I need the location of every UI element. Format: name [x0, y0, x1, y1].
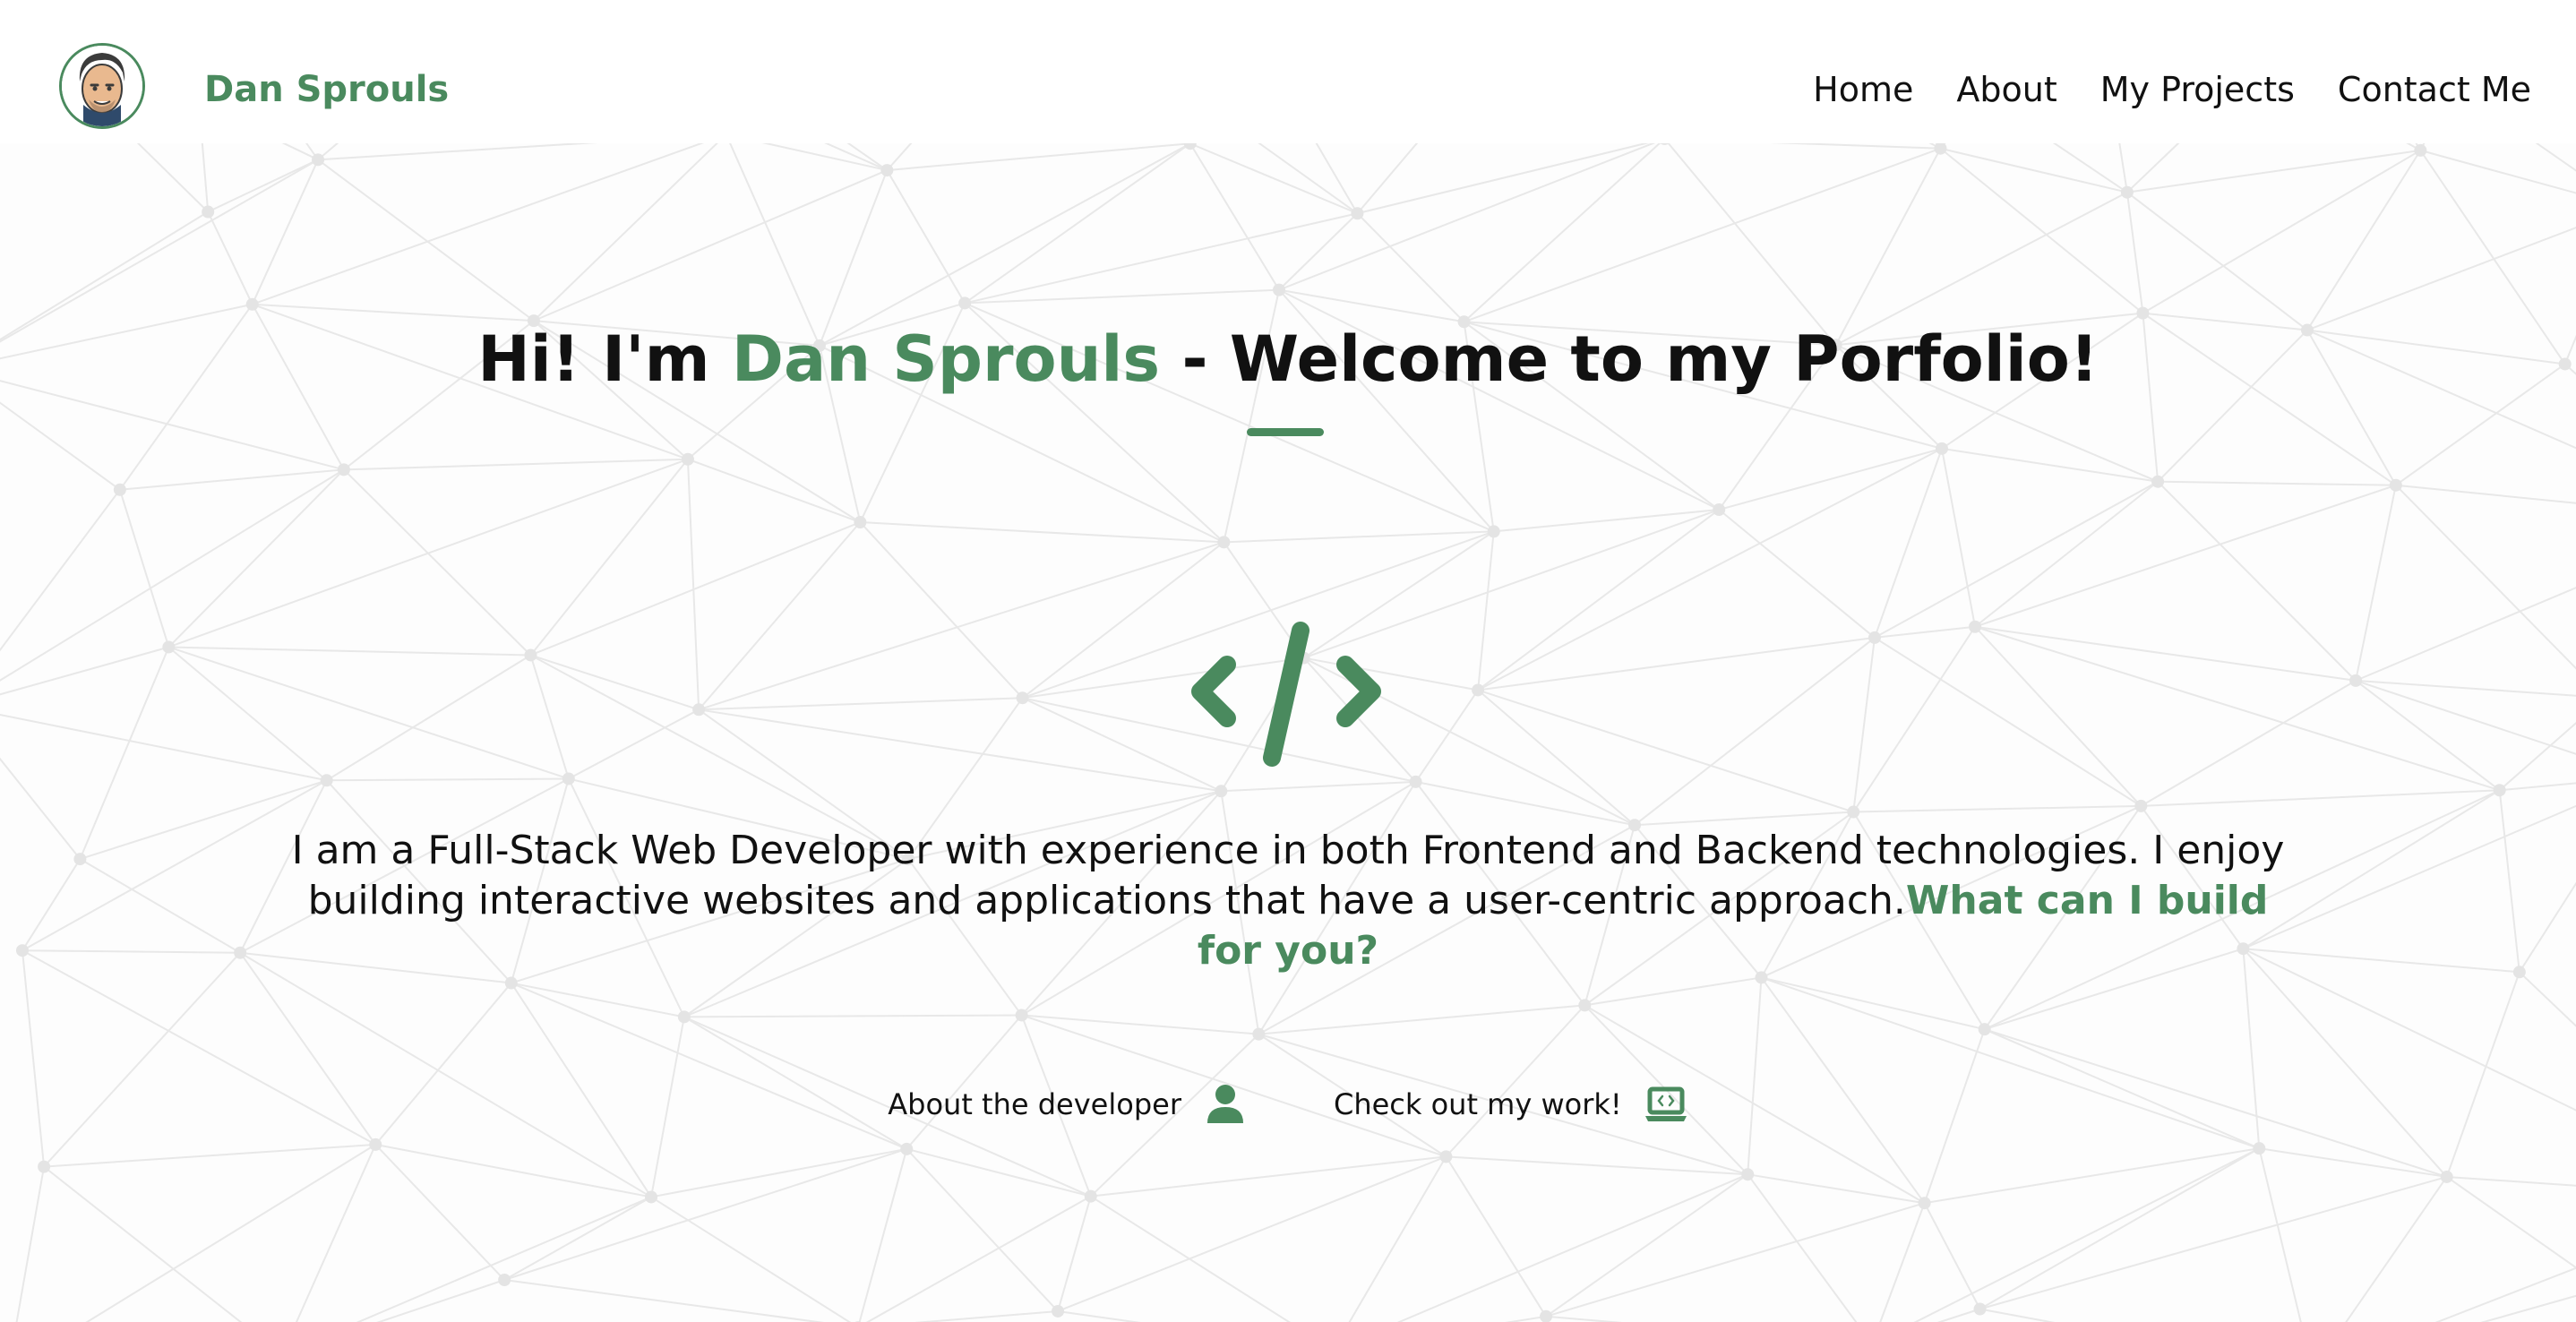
brand-name[interactable]: Dan Sprouls	[204, 68, 449, 111]
nav-my-projects[interactable]: My Projects	[2100, 68, 2295, 111]
code-icon	[1191, 622, 1381, 767]
title-underline	[1247, 428, 1324, 436]
check-out-work-label: Check out my work!	[1333, 1087, 1622, 1121]
hero-title-suffix: - Welcome to my Porfolio!	[1160, 322, 2099, 396]
avatar[interactable]	[59, 43, 145, 129]
hero-title: Hi! I'm Dan Sprouls - Welcome to my Porf…	[0, 319, 2576, 399]
nav-about[interactable]: About	[1956, 68, 2057, 111]
intro-paragraph: I am a Full-Stack Web Developer with exp…	[287, 826, 2289, 976]
check-out-work-link[interactable]: Check out my work!	[1334, 1082, 1688, 1127]
user-icon	[1206, 1085, 1243, 1123]
hero-actions: About the developer Check out my work!	[0, 1082, 2576, 1127]
portfolio-page: Dan Sprouls Home About My Projects Conta…	[0, 0, 2576, 1322]
about-developer-link[interactable]: About the developer	[888, 1082, 1248, 1127]
nav-home[interactable]: Home	[1813, 68, 1913, 111]
hero-section: Hi! I'm Dan Sprouls - Welcome to my Porf…	[0, 0, 2576, 1322]
nav-contact-me[interactable]: Contact Me	[2338, 68, 2531, 111]
main-nav: Home About My Projects Contact Me	[1813, 68, 2531, 111]
laptop-code-icon	[1644, 1086, 1687, 1121]
site-header: Dan Sprouls Home About My Projects Conta…	[0, 0, 2576, 143]
hero-title-name: Dan Sprouls	[731, 322, 1161, 396]
avatar-cartoon-icon	[62, 46, 142, 126]
about-developer-label: About the developer	[888, 1087, 1181, 1121]
hero-title-prefix: Hi! I'm	[477, 322, 732, 396]
